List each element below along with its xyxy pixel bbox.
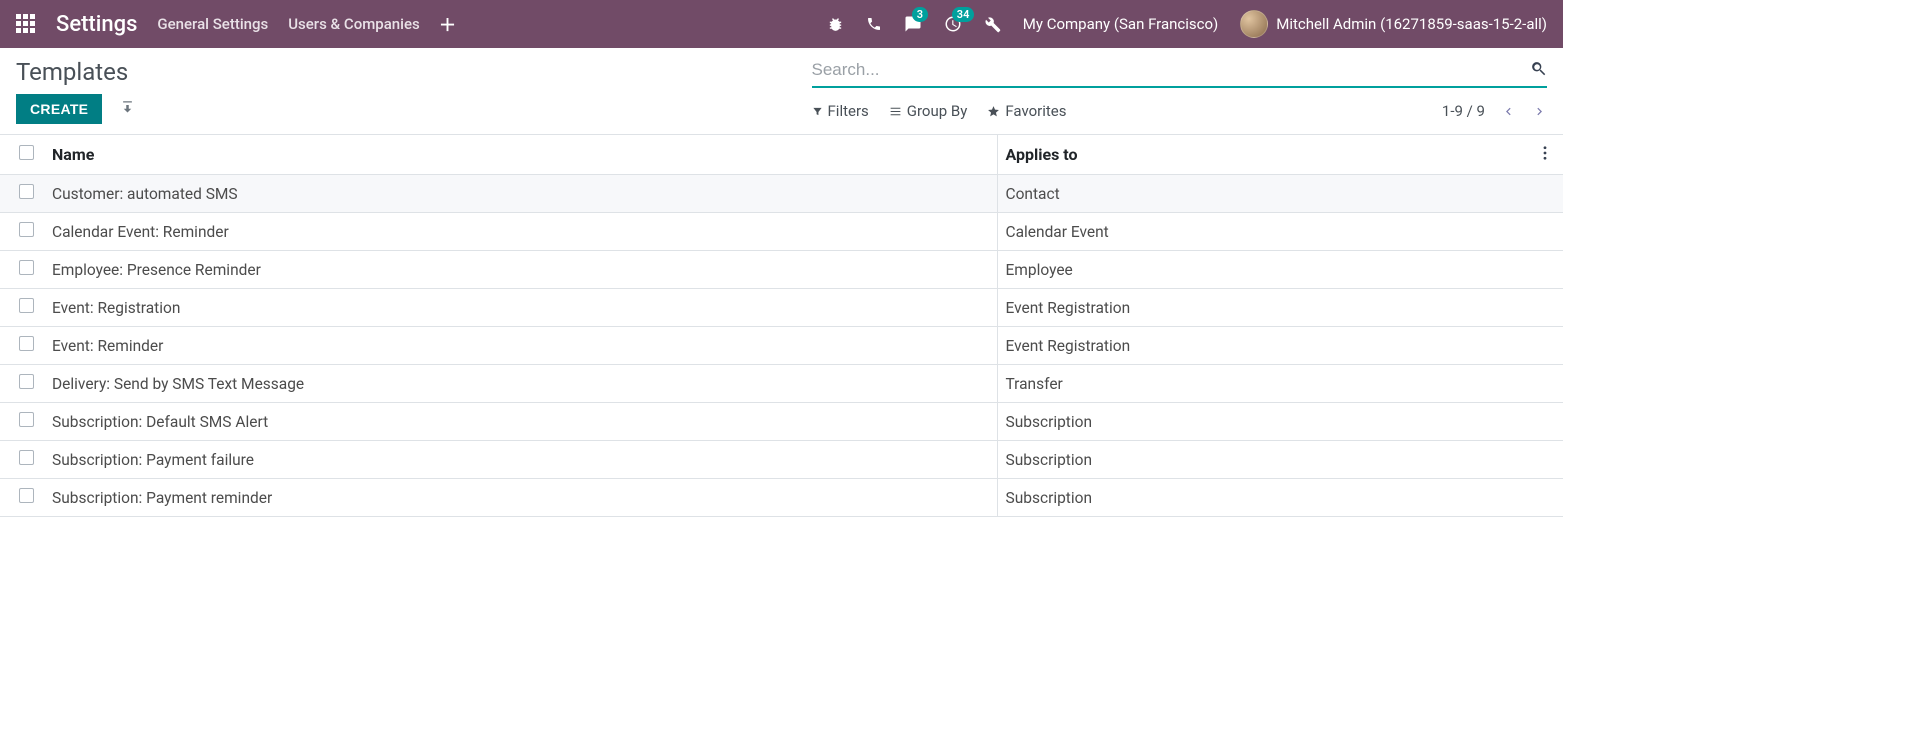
app-title[interactable]: Settings [56, 12, 137, 37]
phone-icon[interactable] [866, 16, 882, 32]
row-checkbox[interactable] [19, 374, 34, 389]
row-checkbox[interactable] [19, 450, 34, 465]
main-navbar: Settings General Settings Users & Compan… [0, 0, 1563, 48]
cell-name: Subscription: Payment failure [44, 441, 997, 479]
cell-name: Employee: Presence Reminder [44, 251, 997, 289]
pager: 1-9 / 9 [1442, 102, 1547, 120]
cell-applies: Subscription [997, 441, 1527, 479]
cell-name: Event: Registration [44, 289, 997, 327]
cell-empty [1527, 289, 1563, 327]
favorites-label: Favorites [1005, 102, 1066, 120]
user-menu[interactable]: Mitchell Admin (16271859-saas-15-2-all) [1240, 10, 1547, 38]
col-applies[interactable]: Applies to [997, 135, 1527, 175]
table-row[interactable]: Event: ReminderEvent Registration [0, 327, 1563, 365]
control-panel: Templates CREATE Filters Group By [0, 48, 1563, 124]
discuss-badge: 3 [912, 7, 928, 22]
table-row[interactable]: Customer: automated SMSContact [0, 175, 1563, 213]
pager-next[interactable] [1532, 104, 1547, 119]
row-checkbox[interactable] [19, 488, 34, 503]
debug-icon[interactable] [827, 16, 844, 33]
user-name: Mitchell Admin (16271859-saas-15-2-all) [1276, 15, 1547, 33]
table-row[interactable]: Subscription: Default SMS AlertSubscript… [0, 403, 1563, 441]
nav-right: 3 34 My Company (San Francisco) Mitchell… [827, 10, 1547, 38]
cell-applies: Subscription [997, 403, 1527, 441]
table-row[interactable]: Event: RegistrationEvent Registration [0, 289, 1563, 327]
cell-name: Event: Reminder [44, 327, 997, 365]
cell-applies: Calendar Event [997, 213, 1527, 251]
discuss-icon[interactable]: 3 [904, 15, 922, 33]
activity-icon[interactable]: 34 [944, 15, 962, 33]
cell-name: Delivery: Send by SMS Text Message [44, 365, 997, 403]
avatar [1240, 10, 1268, 38]
menu-users-companies[interactable]: Users & Companies [288, 15, 419, 33]
cell-empty [1527, 251, 1563, 289]
nav-left: Settings General Settings Users & Compan… [16, 12, 455, 37]
import-icon[interactable] [120, 100, 135, 119]
row-checkbox[interactable] [19, 222, 34, 237]
search-bar [812, 58, 1548, 88]
cell-empty [1527, 441, 1563, 479]
apps-icon[interactable] [16, 14, 36, 34]
table-row[interactable]: Calendar Event: ReminderCalendar Event [0, 213, 1563, 251]
breadcrumb: Templates [16, 58, 782, 86]
filters-label: Filters [828, 102, 869, 120]
cell-empty [1527, 365, 1563, 403]
pager-value[interactable]: 1-9 / 9 [1442, 102, 1485, 120]
cell-name: Calendar Event: Reminder [44, 213, 997, 251]
select-all-checkbox[interactable] [19, 145, 34, 160]
col-name[interactable]: Name [44, 135, 997, 175]
groupby-button[interactable]: Group By [889, 102, 968, 120]
groupby-label: Group By [907, 102, 968, 120]
cell-empty [1527, 479, 1563, 517]
cell-empty [1527, 213, 1563, 251]
cell-empty [1527, 403, 1563, 441]
table-row[interactable]: Subscription: Payment failureSubscriptio… [0, 441, 1563, 479]
filters-button[interactable]: Filters [812, 102, 869, 120]
cell-empty [1527, 175, 1563, 213]
cell-applies: Contact [997, 175, 1527, 213]
create-button[interactable]: CREATE [16, 94, 102, 124]
table-row[interactable]: Employee: Presence ReminderEmployee [0, 251, 1563, 289]
templates-table: Name Applies to Customer: automated SMSC… [0, 135, 1563, 517]
control-panel-left: Templates CREATE [16, 58, 782, 124]
search-icon[interactable] [1530, 60, 1547, 81]
row-checkbox[interactable] [19, 260, 34, 275]
cell-applies: Subscription [997, 479, 1527, 517]
cell-name: Subscription: Payment reminder [44, 479, 997, 517]
row-checkbox[interactable] [19, 298, 34, 313]
table-row[interactable]: Subscription: Payment reminderSubscripti… [0, 479, 1563, 517]
cell-name: Subscription: Default SMS Alert [44, 403, 997, 441]
favorites-button[interactable]: Favorites [987, 102, 1066, 120]
company-switcher[interactable]: My Company (San Francisco) [1023, 15, 1218, 33]
cell-name: Customer: automated SMS [44, 175, 997, 213]
activity-badge: 34 [952, 7, 975, 22]
cell-applies: Employee [997, 251, 1527, 289]
optional-columns-button[interactable] [1527, 135, 1563, 175]
plus-icon[interactable] [440, 17, 455, 32]
pager-prev[interactable] [1501, 104, 1516, 119]
cell-applies: Transfer [997, 365, 1527, 403]
row-checkbox[interactable] [19, 412, 34, 427]
search-controls: Filters Group By Favorites 1-9 / 9 [812, 102, 1548, 120]
menu-general-settings[interactable]: General Settings [157, 15, 268, 33]
cell-applies: Event Registration [997, 327, 1527, 365]
tools-icon[interactable] [984, 16, 1001, 33]
control-panel-right: Filters Group By Favorites 1-9 / 9 [812, 58, 1548, 120]
cell-empty [1527, 327, 1563, 365]
search-input[interactable] [812, 58, 1531, 82]
row-checkbox[interactable] [19, 184, 34, 199]
row-checkbox[interactable] [19, 336, 34, 351]
cell-applies: Event Registration [997, 289, 1527, 327]
table-row[interactable]: Delivery: Send by SMS Text MessageTransf… [0, 365, 1563, 403]
